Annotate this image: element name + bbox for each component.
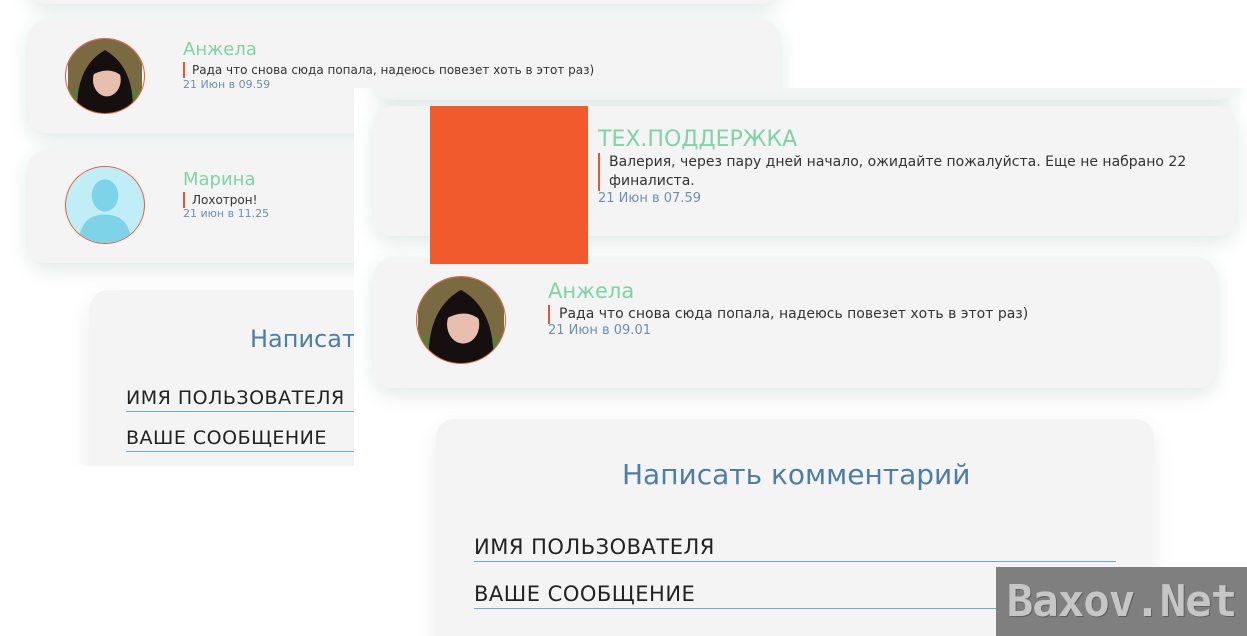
support-avatar-square bbox=[430, 106, 588, 264]
avatar[interactable] bbox=[416, 276, 506, 364]
comment-card-partial bbox=[374, 88, 1236, 100]
avatar[interactable] bbox=[65, 38, 145, 114]
comment-author[interactable]: Анжела bbox=[548, 281, 634, 302]
comment-author[interactable]: ТЕХ.ПОДДЕРЖКА bbox=[598, 129, 797, 151]
comment-text: Валерия, через пару дней начало, ожидайт… bbox=[598, 153, 1228, 191]
comment-date: 21 Июн в 09.59 bbox=[183, 78, 271, 91]
user-photo-icon bbox=[68, 39, 142, 113]
avatar[interactable] bbox=[65, 166, 145, 244]
comment-card-partial bbox=[28, 0, 780, 4]
comment-date: 21 июн в 11.25 bbox=[183, 207, 270, 220]
comment-text: Рада что снова сюда попала, надеюсь пове… bbox=[183, 62, 763, 79]
comment-date: 21 Июн в 09.01 bbox=[548, 323, 651, 338]
form-title: Написать комментарий bbox=[622, 458, 971, 491]
comment-text: Рада что снова сюда попала, надеюсь пове… bbox=[548, 305, 1188, 324]
comment-author[interactable]: Анжела bbox=[183, 41, 257, 59]
user-photo-icon bbox=[418, 277, 504, 363]
username-input[interactable]: ИМЯ ПОЛЬЗОВАТЕЛЯ bbox=[474, 534, 1116, 563]
watermark: Baxov.Net bbox=[996, 567, 1247, 636]
comment-card: Анжела Рада что снова сюда попала, надею… bbox=[374, 258, 1216, 388]
comment-date: 21 Июн в 07.59 bbox=[598, 191, 701, 206]
default-user-icon bbox=[67, 167, 143, 243]
comment-author[interactable]: Марина bbox=[183, 171, 255, 189]
